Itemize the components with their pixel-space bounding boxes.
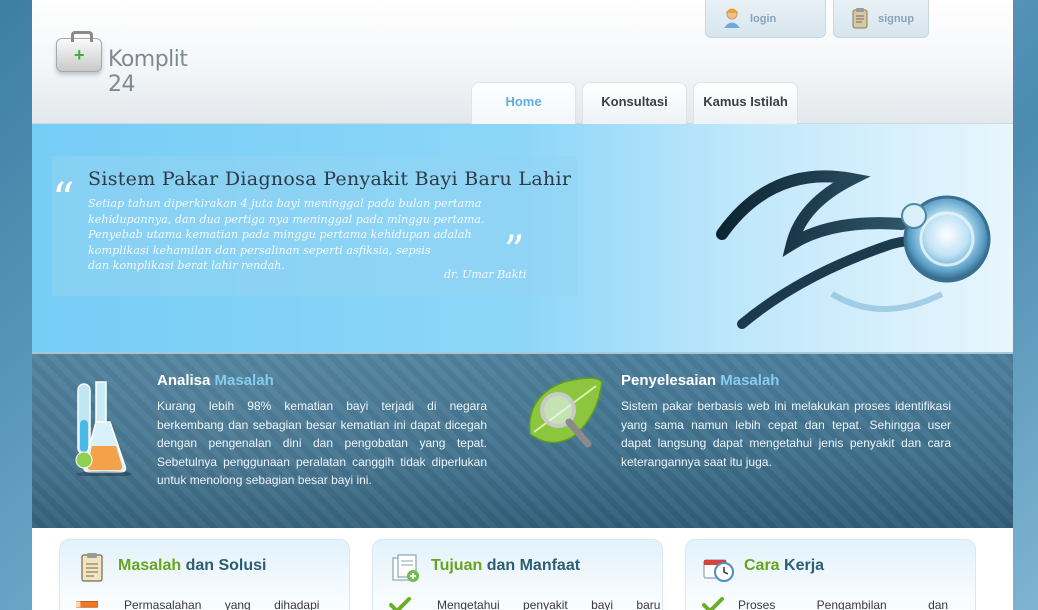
box1-item-text: Permasalahan yang dihadapi [124, 598, 320, 610]
box2-title-b: dan Manfaat [486, 557, 581, 574]
login-label: login [750, 13, 777, 25]
quote-line: Penyebab utama kematian pada minggu pert… [88, 228, 472, 241]
logo-text: Komplit 24 [108, 47, 188, 97]
signup-label: signup [878, 13, 915, 25]
box1-title-a: Masalah [118, 557, 182, 574]
login-button[interactable]: login [705, 0, 826, 38]
tujuan-manfaat-title: Tujuan dan Manfaat [431, 557, 580, 575]
flask-icon [75, 381, 132, 476]
quote-box: Sistem Pakar Diagnosa Penyakit Bayi Baru… [52, 156, 577, 296]
box3-title-b: Kerja [784, 557, 825, 574]
quote-line: komplikasi kehamilan dan persalinan sepe… [88, 243, 431, 257]
penyelesaian-section: Penyelesaian Masalah Sistem pakar berbas… [621, 372, 951, 471]
box3-item-text: Proses Pengambilan dan [738, 598, 949, 610]
box3-title-a: Cara [744, 557, 780, 574]
clock-calendar-icon [703, 559, 734, 582]
feature-boxes: Masalah dan Solusi Permasalahan yang dih… [32, 528, 1013, 610]
page: + Komplit 24 login signup Home Konsultas [32, 0, 1013, 610]
penyelesaian-title: Penyelesaian Masalah [621, 372, 951, 389]
header: + Komplit 24 login signup Home Konsultas [32, 0, 1013, 124]
penyelesaian-text: Sistem pakar berbasis web ini melakukan … [621, 399, 951, 469]
penyelesaian-title-b: Masalah [720, 372, 780, 389]
tab-home[interactable]: Home [471, 82, 576, 124]
notepad-icon [81, 553, 103, 582]
cara-kerja-title: Cara Kerja [744, 557, 824, 575]
box2-title-a: Tujuan [431, 557, 483, 574]
close-quote-icon: ” [504, 228, 525, 274]
open-quote-icon: “ [52, 174, 75, 225]
checkmark-icon [389, 597, 411, 610]
penyelesaian-title-a: Penyelesaian [621, 372, 717, 389]
clipboard-icon [852, 8, 868, 29]
tab-kamus-istilah[interactable]: Kamus Istilah [693, 82, 798, 124]
hero-banner: Sistem Pakar Diagnosa Penyakit Bayi Baru… [32, 124, 1013, 352]
site-logo[interactable]: + Komplit 24 [54, 31, 204, 97]
user-icon [724, 8, 740, 28]
box1-title-b: dan Solusi [185, 557, 267, 574]
masalah-solusi-title: Masalah dan Solusi [118, 557, 267, 575]
tab-konsultasi[interactable]: Konsultasi [582, 82, 687, 124]
documents-icon [392, 554, 419, 582]
analisa-title-a: Analisa [157, 372, 211, 389]
quote-line: kehidupannya, dan dua pertiga nya mening… [88, 212, 485, 226]
quote-text: Setiap tahun diperkirakan 4 juta bayi me… [88, 196, 518, 274]
analisa-title: Analisa Masalah [157, 372, 487, 389]
analisa-text: Kurang lebih 98% kematian bayi terjadi d… [157, 399, 487, 487]
pencil-icon [76, 600, 98, 608]
signup-button[interactable]: signup [833, 0, 929, 38]
checkmark-icon [702, 597, 724, 610]
quote-line: Setiap tahun diperkirakan 4 juta bayi me… [88, 197, 482, 210]
leaf-magnifier-icon [528, 377, 603, 448]
banner-title: Sistem Pakar Diagnosa Penyakit Bayi Baru… [88, 168, 572, 190]
analisa-section: Analisa Masalah Kurang lebih 98% kematia… [157, 372, 487, 490]
box2-item-text: Mengetahui penyakit bayi baru [437, 598, 661, 610]
cara-kerja-box: Cara Kerja Proses Pengambilan dan [685, 539, 976, 610]
stethoscope-image [716, 170, 991, 329]
masalah-solusi-box: Masalah dan Solusi Permasalahan yang dih… [59, 539, 350, 610]
info-band: Analisa Masalah Kurang lebih 98% kematia… [32, 352, 1013, 528]
quote-author: dr. Umar Bakti [444, 268, 527, 281]
tujuan-manfaat-box: Tujuan dan Manfaat Mengetahui penyakit b… [372, 539, 663, 610]
analisa-title-b: Masalah [214, 372, 274, 389]
medkit-icon: + [56, 31, 102, 72]
